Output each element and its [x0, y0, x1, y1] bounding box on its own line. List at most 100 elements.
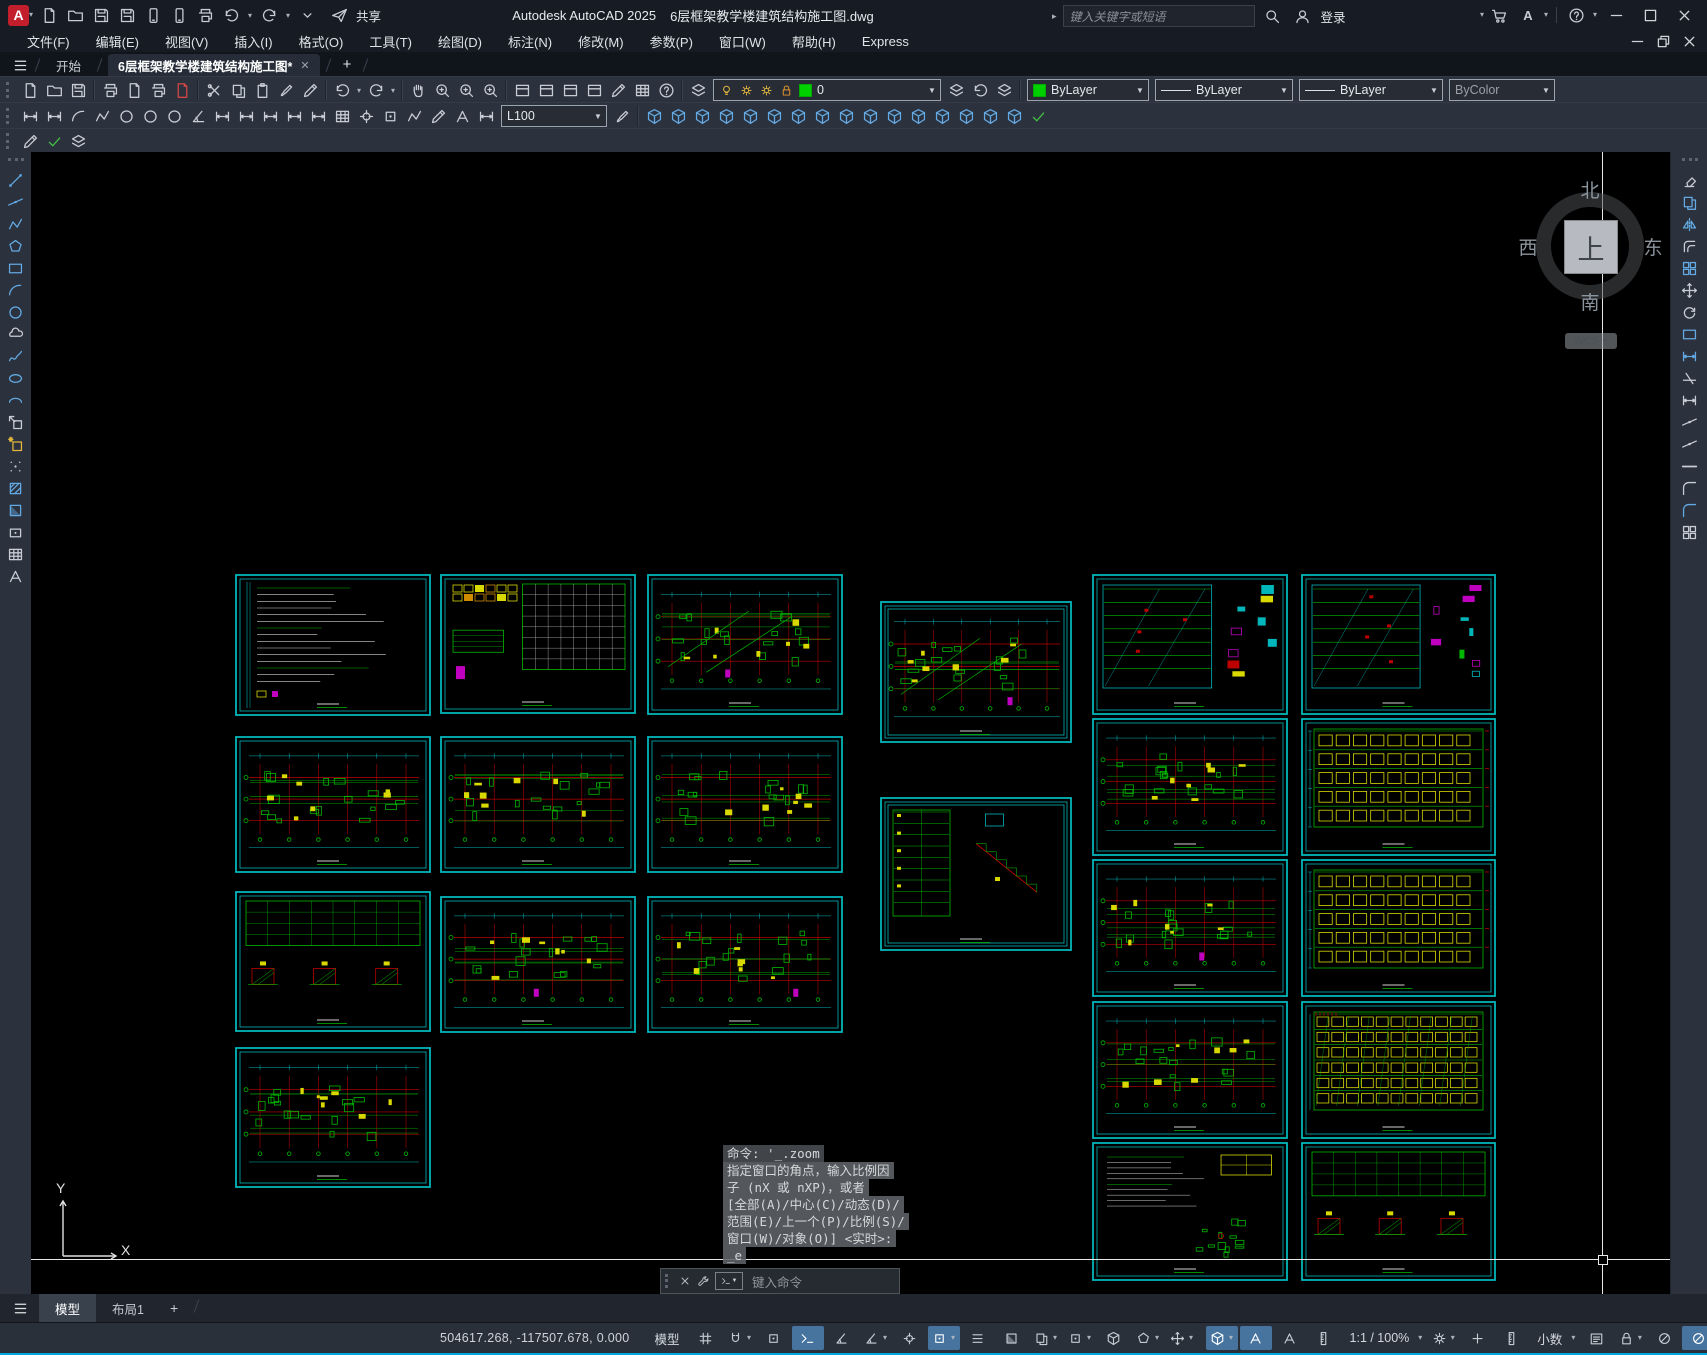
make-block-button[interactable]: [3, 433, 29, 455]
tab-active-document[interactable]: 6层框架教学楼建筑结构施工图* ✕: [108, 54, 320, 76]
layer-properties-button[interactable]: [686, 79, 710, 101]
object-snap-toggle-dropdown-icon[interactable]: ▾: [951, 1334, 955, 1342]
sheet-set-manager-button[interactable]: [582, 79, 606, 101]
scale-button[interactable]: [1677, 323, 1703, 345]
make-layer-current-button[interactable]: [944, 79, 968, 101]
new-layout-button[interactable]: +: [160, 1300, 188, 1316]
command-line[interactable]: ▼ 键入命令: [660, 1268, 900, 1294]
menu-item-6[interactable]: 工具(T): [356, 30, 425, 52]
menu-item-4[interactable]: 插入(I): [221, 30, 285, 52]
draw-revcloud-button[interactable]: [3, 323, 29, 345]
dim-baseline-button[interactable]: [234, 105, 258, 127]
qat-customize-button[interactable]: [295, 4, 319, 26]
solid-separate-button[interactable]: [978, 105, 1002, 127]
region-button[interactable]: [3, 521, 29, 543]
linetype-combo-caret-icon[interactable]: ▼: [1276, 80, 1292, 100]
toolbar-grip[interactable]: [6, 133, 13, 149]
tab-close-icon[interactable]: ✕: [300, 59, 309, 72]
gizmo-toggle-dropdown-icon[interactable]: ▾: [1189, 1334, 1193, 1342]
logo-dropdown-icon[interactable]: ▾: [29, 11, 33, 19]
layer-combo-caret-icon[interactable]: ▼: [924, 80, 940, 100]
drawing-canvas[interactable]: 上 北 南 东 西 WCS ▼ Y X 命令: '_.zoom 指定窗口的角点，输入…: [31, 152, 1670, 1294]
qat-plot-button[interactable]: [193, 4, 217, 26]
isodraft-toggle[interactable]: ▾: [1205, 1326, 1238, 1350]
solid-union-button[interactable]: [642, 105, 666, 127]
layer-unlock-icon[interactable]: [779, 83, 794, 98]
dim-jogline-button[interactable]: [402, 105, 426, 127]
join-button[interactable]: [1677, 455, 1703, 477]
solid-copy-edges-button[interactable]: [906, 105, 930, 127]
solid-delete-faces-button[interactable]: [786, 105, 810, 127]
attribute-sync-button[interactable]: [42, 130, 66, 152]
insert-block-button[interactable]: [3, 411, 29, 433]
layout-menu-icon[interactable]: [12, 1300, 29, 1317]
menu-item-2[interactable]: 编辑(E): [83, 30, 152, 52]
polar-tracking-toggle-dropdown-icon[interactable]: ▾: [883, 1334, 887, 1342]
copy-clip-button[interactable]: [226, 79, 250, 101]
ortho-toggle[interactable]: [826, 1326, 858, 1350]
move-button[interactable]: [1677, 279, 1703, 301]
extend-button[interactable]: [1677, 389, 1703, 411]
quickcalc-button[interactable]: [630, 79, 654, 101]
toolbar-grip[interactable]: [7, 158, 24, 165]
plotstyle-combo-caret-icon[interactable]: ▼: [1538, 80, 1554, 100]
plot-button[interactable]: [98, 79, 122, 101]
redo-button-dropdown-icon[interactable]: ▾: [388, 79, 398, 101]
draw-rectangle-button[interactable]: [3, 257, 29, 279]
draw-arc-button[interactable]: [3, 279, 29, 301]
solid-extrude-faces-button[interactable]: [714, 105, 738, 127]
export-dwf-button[interactable]: [170, 79, 194, 101]
color-combo[interactable]: ByLayer ▼: [1027, 79, 1149, 101]
workspace-switch-gear-dropdown-icon[interactable]: ▾: [1451, 1334, 1455, 1342]
annotation-monitor-button[interactable]: [1461, 1326, 1493, 1350]
qat-redo-button[interactable]: [257, 4, 281, 26]
command-close-icon[interactable]: [676, 1272, 694, 1290]
markup-button[interactable]: [606, 79, 630, 101]
dim-continue-button[interactable]: [258, 105, 282, 127]
solid-color-faces-button[interactable]: [882, 105, 906, 127]
grid-toggle[interactable]: [690, 1326, 722, 1350]
rotate-button[interactable]: [1677, 301, 1703, 323]
dimstyle-combo[interactable]: L100 ▼: [501, 105, 607, 127]
paste-button[interactable]: [250, 79, 274, 101]
dimstyle-combo-caret-icon[interactable]: ▼: [590, 106, 606, 126]
layer-combo[interactable]: 0 ▼: [713, 79, 941, 101]
solid-copy-faces-button[interactable]: [858, 105, 882, 127]
menu-item-10[interactable]: 参数(P): [637, 30, 706, 52]
wcs-indicator[interactable]: WCS ▼: [1565, 333, 1617, 349]
zoom-realtime-button[interactable]: [430, 79, 454, 101]
qat-new-button[interactable]: [37, 4, 61, 26]
command-input[interactable]: 键入命令: [752, 1272, 802, 1291]
draw-xline-button[interactable]: [3, 191, 29, 213]
selection-cycling-toggle[interactable]: ▾: [1030, 1326, 1062, 1350]
compass-south-label[interactable]: 南: [1575, 288, 1605, 315]
dynamic-input-toggle[interactable]: [791, 1326, 824, 1350]
selection-cycling-toggle-dropdown-icon[interactable]: ▾: [1053, 1334, 1057, 1342]
qat-open-button[interactable]: [63, 4, 87, 26]
autodesk-app-icon[interactable]: A: [1516, 3, 1540, 27]
save-button[interactable]: [66, 79, 90, 101]
dim-space-button[interactable]: [282, 105, 306, 127]
explode-button[interactable]: [1677, 521, 1703, 543]
qat-undo-button[interactable]: [219, 4, 243, 26]
selection-filter-toggle[interactable]: ▾: [1132, 1326, 1164, 1350]
lineweight-toggle[interactable]: [962, 1326, 994, 1350]
graphics-performance-toggle[interactable]: [1682, 1326, 1707, 1350]
mtext-button[interactable]: [3, 565, 29, 587]
redo-button[interactable]: [364, 79, 388, 101]
solid-check-button[interactable]: [1026, 105, 1050, 127]
solid-clean-button[interactable]: [954, 105, 978, 127]
signin-label[interactable]: 登录: [1321, 7, 1346, 26]
copy-button[interactable]: [1677, 191, 1703, 213]
table-button[interactable]: [3, 543, 29, 565]
new-button[interactable]: [18, 79, 42, 101]
object-snap-toggle[interactable]: ▾: [927, 1326, 960, 1350]
help-button[interactable]: [654, 79, 678, 101]
selection-filter-toggle-dropdown-icon[interactable]: ▾: [1155, 1334, 1159, 1342]
isolate-objects-toggle[interactable]: [1648, 1326, 1680, 1350]
plot-preview-button[interactable]: [122, 79, 146, 101]
polar-tracking-toggle[interactable]: ▾: [860, 1326, 892, 1350]
draw-point-button[interactable]: [3, 455, 29, 477]
command-prompt-icon[interactable]: ▼: [715, 1272, 743, 1290]
erase-button[interactable]: [1677, 169, 1703, 191]
